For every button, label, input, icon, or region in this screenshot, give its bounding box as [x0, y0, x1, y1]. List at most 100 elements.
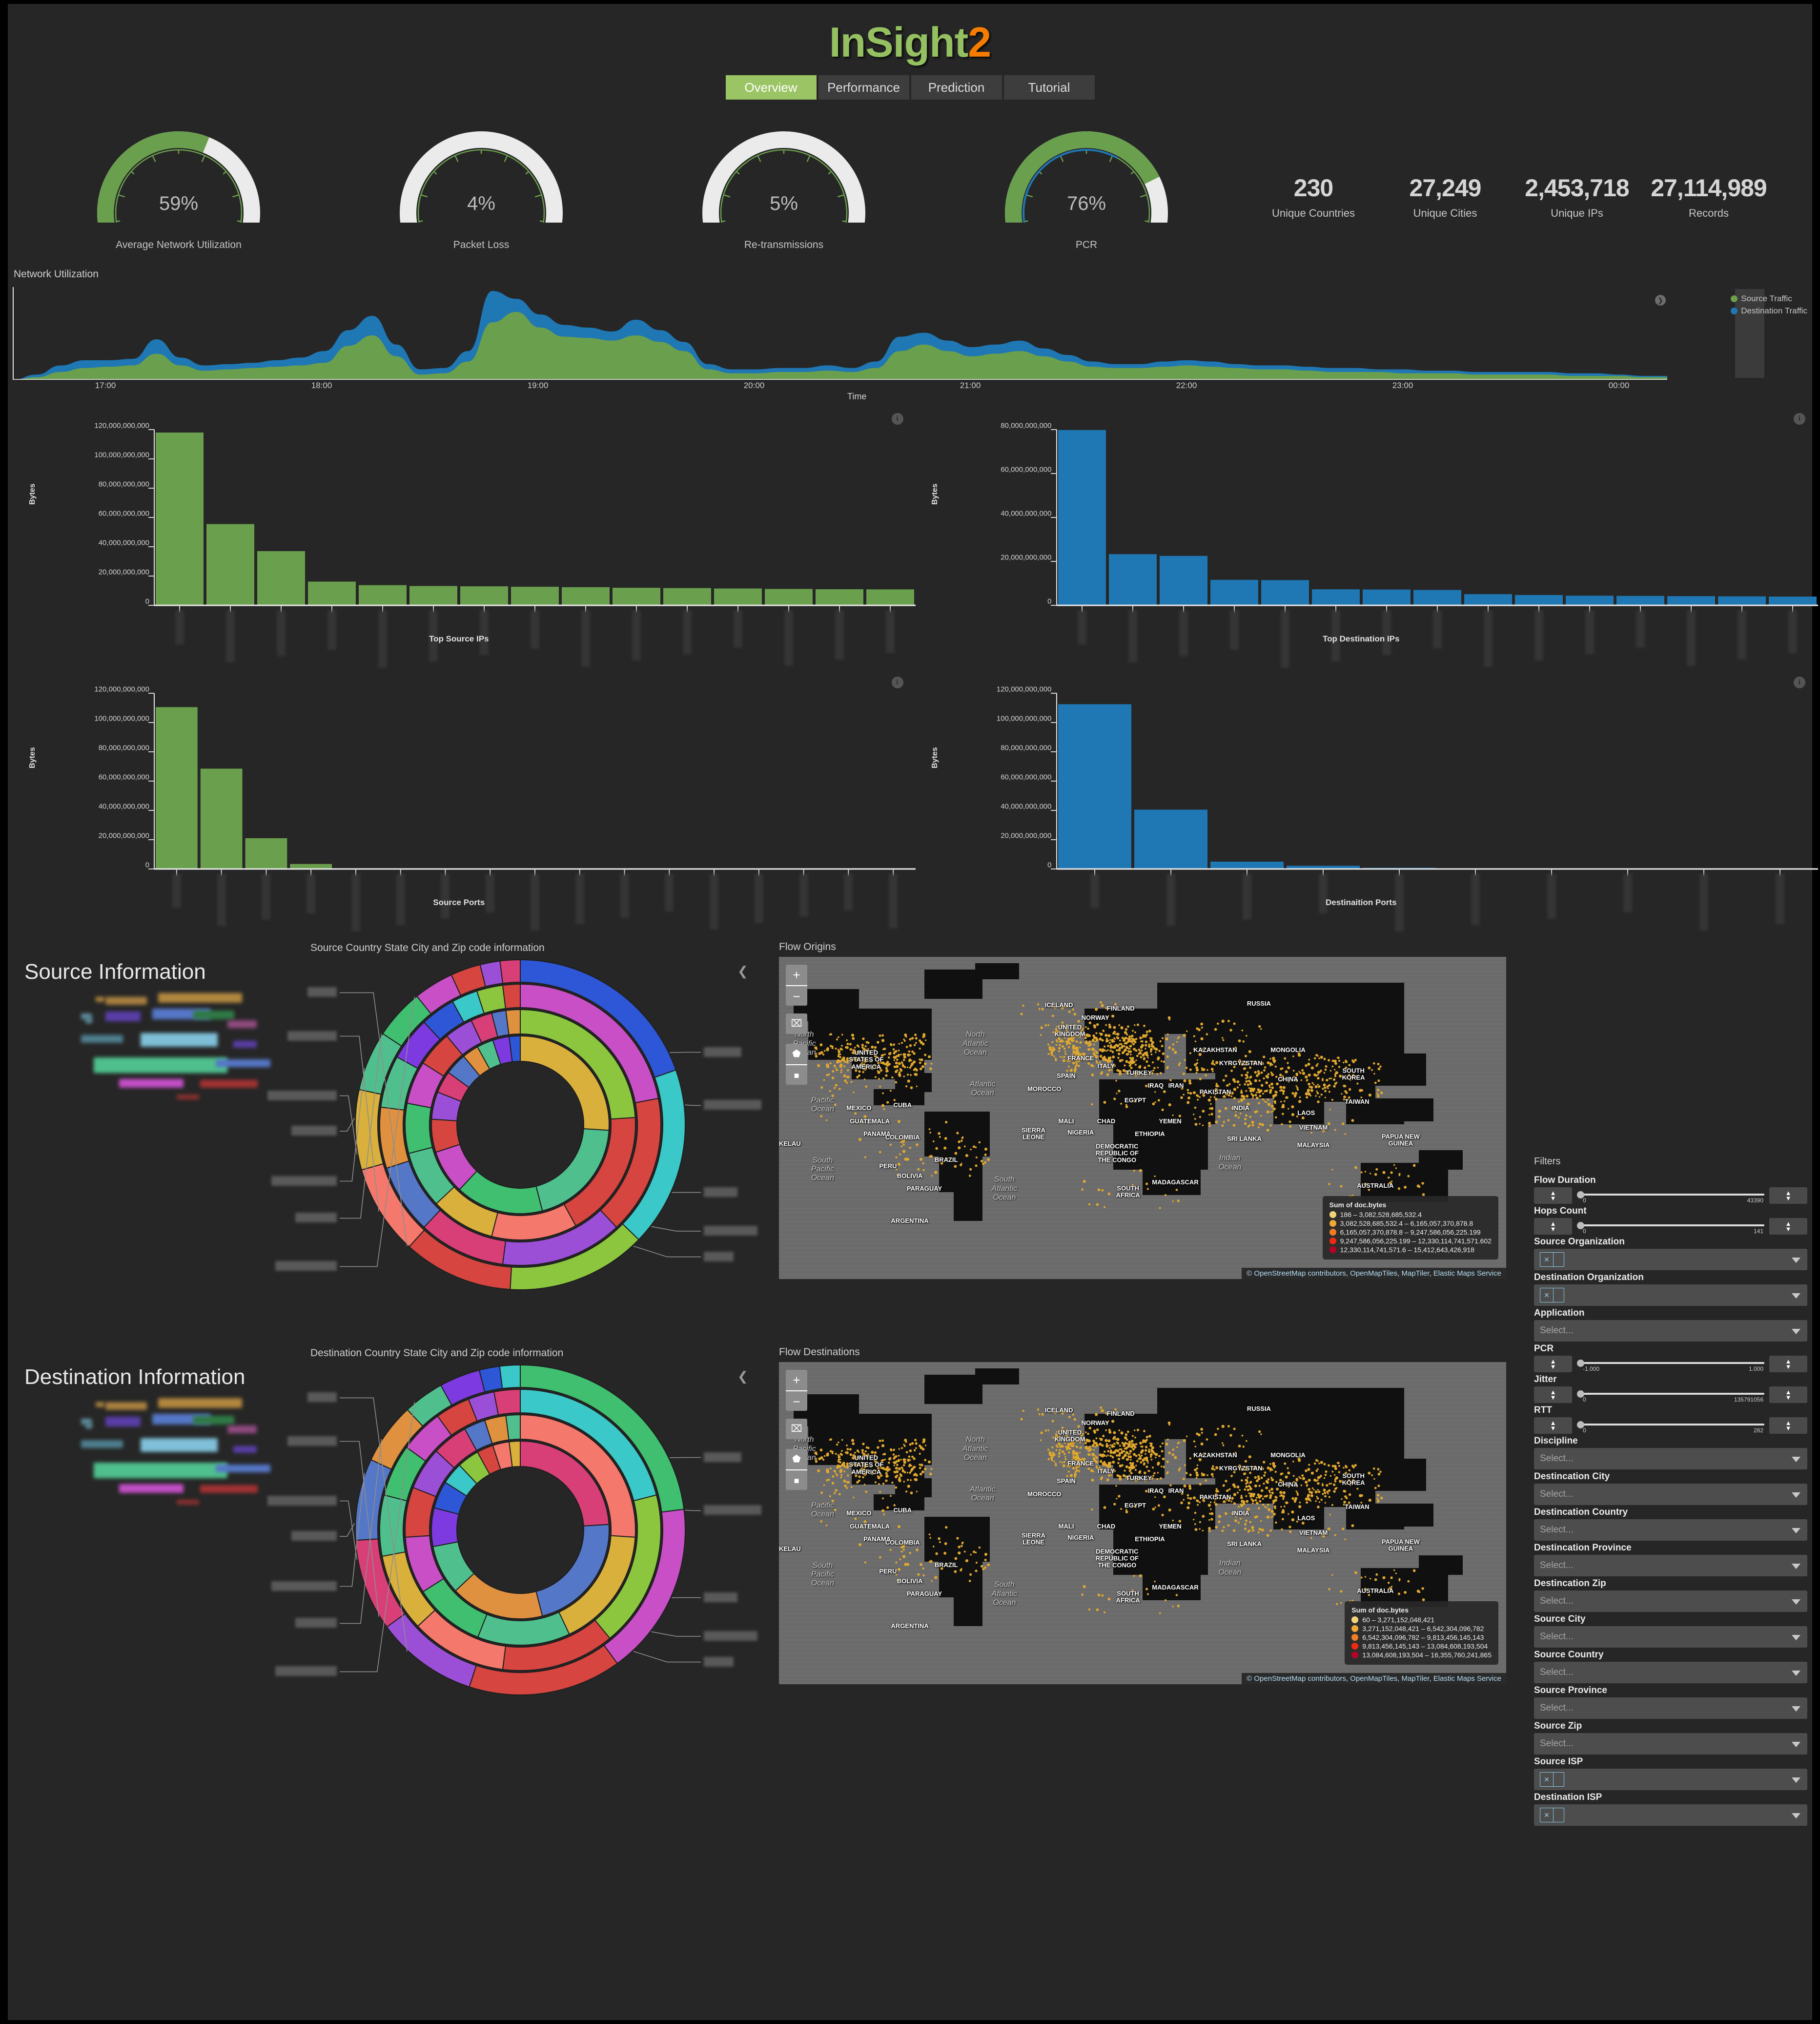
chevron-down-icon[interactable]: [1792, 1293, 1800, 1299]
multiselect-filter[interactable]: ✕: [1534, 1769, 1807, 1790]
chevron-down-icon[interactable]: [1792, 1457, 1800, 1462]
draw-polygon-icon[interactable]: ⬟: [786, 1449, 807, 1469]
zoom-out-icon[interactable]: −: [786, 985, 807, 1006]
range-slider[interactable]: 0 43390: [1576, 1187, 1765, 1204]
treemap-cell[interactable]: [141, 1438, 218, 1452]
network-utilization-chart[interactable]: [13, 287, 1667, 380]
map-fit-control[interactable]: ⌧: [786, 1013, 807, 1034]
tab-tutorial[interactable]: Tutorial: [1003, 75, 1095, 100]
multiselect-filter[interactable]: ✕: [1534, 1804, 1807, 1826]
select-filter[interactable]: Select...: [1534, 1448, 1807, 1469]
remove-chip-icon[interactable]: ✕: [1540, 1291, 1553, 1300]
zoom-in-icon[interactable]: +: [786, 1370, 807, 1390]
remove-chip-icon[interactable]: ✕: [1540, 1256, 1553, 1264]
treemap-cell[interactable]: [94, 1057, 227, 1073]
min-stepper[interactable]: ▲ ▼: [1534, 1386, 1572, 1403]
treemap-cell[interactable]: [158, 993, 242, 1003]
draw-rectangle-icon[interactable]: ■: [786, 1064, 807, 1085]
treemap-cell[interactable]: [193, 1416, 234, 1425]
max-stepper[interactable]: ▲ ▼: [1769, 1356, 1807, 1372]
min-stepper[interactable]: ▲ ▼: [1534, 1187, 1572, 1204]
chevron-down-icon[interactable]: [1792, 1671, 1800, 1676]
range-filter[interactable]: ▲ ▼ 0 43390 ▲ ▼: [1534, 1187, 1807, 1204]
legend-item[interactable]: Destination Traffic: [1731, 306, 1807, 316]
map-zoom-controls[interactable]: + −: [786, 965, 807, 1006]
chevron-down-icon[interactable]: [1792, 1813, 1800, 1818]
range-filter[interactable]: ▲ ▼ -1.000 1.000 ▲ ▼: [1534, 1356, 1807, 1372]
treemap-cell[interactable]: [158, 1398, 242, 1408]
selected-chip[interactable]: ✕: [1540, 1772, 1564, 1787]
info-icon[interactable]: i: [1794, 413, 1805, 425]
range-slider[interactable]: 0 282: [1576, 1417, 1765, 1434]
chevron-down-icon[interactable]: [1792, 1564, 1800, 1569]
select-filter[interactable]: Select...: [1534, 1662, 1807, 1683]
treemap-cell[interactable]: [105, 1402, 147, 1410]
map-draw-controls[interactable]: ⬟ ■: [786, 1044, 807, 1085]
treemap-cell[interactable]: [85, 1018, 92, 1023]
treemap-cell[interactable]: [177, 1500, 199, 1505]
chevron-down-icon[interactable]: [1792, 1742, 1800, 1747]
treemap-cell[interactable]: [233, 1041, 257, 1048]
chevron-down-icon[interactable]: [1792, 1635, 1800, 1640]
range-slider[interactable]: -1.000 1.000: [1576, 1356, 1765, 1372]
treemap-cell[interactable]: [200, 1485, 258, 1493]
chevron-down-icon[interactable]: [1792, 1599, 1800, 1605]
treemap-cell[interactable]: [94, 1463, 227, 1478]
selected-chip[interactable]: ✕: [1540, 1252, 1564, 1267]
treemap-cell[interactable]: [200, 1080, 258, 1088]
fit-bounds-icon[interactable]: ⌧: [786, 1419, 807, 1439]
treemap-cell[interactable]: [85, 1424, 92, 1428]
map-fit-control[interactable]: ⌧: [786, 1419, 807, 1439]
treemap-cell[interactable]: [81, 1035, 123, 1043]
info-icon[interactable]: i: [891, 677, 903, 688]
draw-rectangle-icon[interactable]: ■: [786, 1469, 807, 1490]
treemap-cell[interactable]: [105, 997, 147, 1005]
fit-bounds-icon[interactable]: ⌧: [786, 1013, 807, 1034]
treemap-cell[interactable]: [96, 1402, 104, 1407]
select-filter[interactable]: Select...: [1534, 1320, 1807, 1342]
range-slider[interactable]: 0 141: [1576, 1218, 1765, 1235]
tab-overview[interactable]: Overview: [725, 75, 817, 100]
source-sunburst-chart[interactable]: [267, 954, 761, 1296]
treemap-cell[interactable]: [227, 1425, 257, 1433]
treemap-cell[interactable]: [193, 1011, 234, 1019]
chevron-down-icon[interactable]: [1792, 1258, 1800, 1263]
treemap-cell[interactable]: [81, 1440, 123, 1448]
select-filter[interactable]: Select...: [1534, 1519, 1807, 1541]
select-filter[interactable]: Select...: [1534, 1484, 1807, 1505]
multiselect-filter[interactable]: ✕: [1534, 1284, 1807, 1306]
draw-polygon-icon[interactable]: ⬟: [786, 1044, 807, 1064]
min-stepper[interactable]: ▲ ▼: [1534, 1356, 1572, 1372]
chevron-down-icon[interactable]: [1792, 1706, 1800, 1712]
chevron-down-icon[interactable]: [1792, 1492, 1800, 1498]
treemap-cell[interactable]: [216, 1465, 270, 1472]
map-attribution[interactable]: © OpenStreetMap contributors, OpenMapTil…: [1242, 1268, 1506, 1279]
min-stepper[interactable]: ▲ ▼: [1534, 1218, 1572, 1235]
map-draw-controls[interactable]: ⬟ ■: [786, 1449, 807, 1490]
select-filter[interactable]: Select...: [1534, 1590, 1807, 1612]
treemap-cell[interactable]: [96, 997, 104, 1002]
select-filter[interactable]: Select...: [1534, 1697, 1807, 1719]
treemap-cell[interactable]: [233, 1446, 257, 1453]
treemap-cell[interactable]: [119, 1484, 184, 1493]
treemap-cell[interactable]: [105, 1012, 141, 1021]
treemap-cell[interactable]: [105, 1417, 141, 1426]
legend-item[interactable]: Source Traffic: [1731, 294, 1807, 304]
range-slider[interactable]: 0 135791056: [1576, 1386, 1765, 1403]
chevron-down-icon[interactable]: [1792, 1329, 1800, 1334]
info-icon[interactable]: i: [891, 413, 903, 425]
chevron-down-icon[interactable]: [1792, 1777, 1800, 1783]
chevron-right-icon[interactable]: ❯: [1655, 295, 1666, 306]
max-stepper[interactable]: ▲ ▼: [1769, 1187, 1807, 1204]
max-stepper[interactable]: ▲ ▼: [1769, 1386, 1807, 1403]
zoom-in-icon[interactable]: +: [786, 965, 807, 985]
info-icon[interactable]: i: [1794, 677, 1805, 688]
destination-sunburst-chart[interactable]: [267, 1359, 761, 1701]
range-filter[interactable]: ▲ ▼ 0 282 ▲ ▼: [1534, 1417, 1807, 1434]
tab-performance[interactable]: Performance: [818, 75, 909, 100]
selected-chip[interactable]: ✕: [1540, 1288, 1564, 1302]
select-filter[interactable]: Select...: [1534, 1626, 1807, 1648]
treemap-cell[interactable]: [119, 1079, 184, 1088]
multiselect-filter[interactable]: ✕: [1534, 1249, 1807, 1270]
range-filter[interactable]: ▲ ▼ 0 135791056 ▲ ▼: [1534, 1386, 1807, 1403]
